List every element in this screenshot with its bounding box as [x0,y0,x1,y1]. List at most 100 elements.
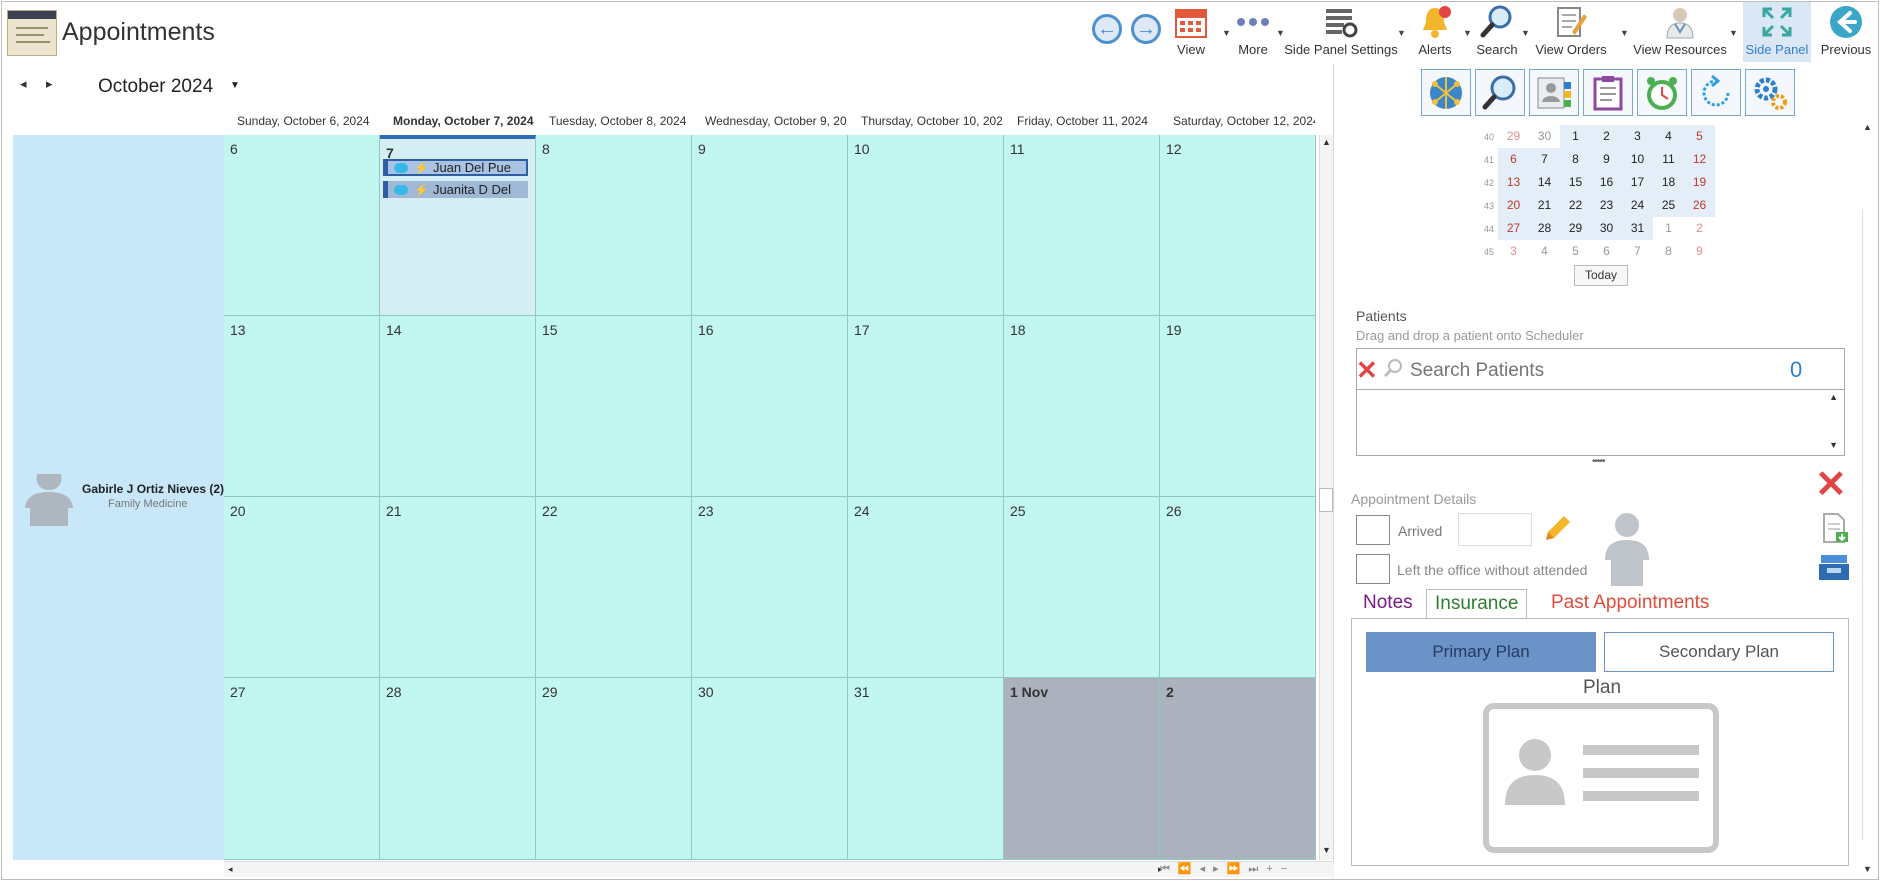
search-dropdown-caret[interactable]: ▼ [1521,28,1530,38]
tab-past-appointments[interactable]: Past Appointments [1551,592,1709,614]
side-panel-settings-caret[interactable]: ▼ [1397,28,1406,38]
alerts-dropdown-caret[interactable]: ▼ [1463,28,1472,38]
day-cell[interactable]: 6 [224,135,380,316]
day-cell[interactable]: 18 [1004,316,1160,497]
more-button[interactable]: More [1233,2,1273,62]
mini-calendar-day[interactable]: 26 [1684,194,1715,217]
search-patients-input[interactable] [1410,360,1780,382]
mini-calendar-day[interactable]: 4 [1653,125,1684,148]
mini-calendar-day[interactable]: 20 [1498,194,1529,217]
month-label[interactable]: October 2024 [98,76,213,98]
prev-month-button[interactable]: ◂ [20,76,46,92]
day-cell[interactable]: 17 [848,316,1004,497]
secondary-plan-button[interactable]: Secondary Plan [1604,632,1834,672]
day-cell[interactable]: 14 [380,316,536,497]
view-orders-button[interactable]: View Orders [1535,2,1607,62]
mini-calendar-day[interactable]: 25 [1653,194,1684,217]
mini-calendar-day[interactable]: 30 [1529,125,1560,148]
mini-calendar-day[interactable]: 8 [1653,240,1684,263]
month-dropdown-caret[interactable]: ▼ [230,80,240,91]
day-cell[interactable]: 27 [224,678,380,860]
mini-calendar-day[interactable]: 2 [1591,125,1622,148]
tab-insurance[interactable]: Insurance [1426,589,1528,619]
mini-calendar-day[interactable]: 3 [1622,125,1653,148]
side-panel-button[interactable]: Side Panel [1743,2,1811,62]
archive-tray-icon[interactable] [1817,552,1851,587]
mini-calendar-day[interactable]: 12 [1684,148,1715,171]
calendar-scroll-thumb[interactable] [1319,488,1333,512]
date-navigation-controls[interactable]: ⏮⏪◂▸⏩⏭+− [1160,862,1295,876]
day-cell[interactable]: 25 [1004,497,1160,678]
mini-calendar-day[interactable]: 7 [1529,148,1560,171]
mini-calendar-day[interactable]: 28 [1529,217,1560,240]
appointment-item[interactable]: ⚡ Juanita D Del [383,181,528,198]
tab-notes[interactable]: Notes [1363,592,1413,614]
day-cell[interactable]: 16 [692,316,848,497]
mini-calendar-day[interactable]: 10 [1622,148,1653,171]
mini-calendar-day[interactable]: 29 [1498,125,1529,148]
day-cell[interactable]: 11 [1004,135,1160,316]
mini-calendar-day[interactable]: 29 [1560,217,1591,240]
pencil-edit-icon[interactable] [1542,512,1574,549]
mini-calendar-day[interactable]: 11 [1653,148,1684,171]
day-cell[interactable]: 10 [848,135,1004,316]
mini-calendar-day[interactable]: 16 [1591,171,1622,194]
mini-calendar-day[interactable]: 6 [1498,148,1529,171]
day-cell[interactable]: 1 Nov [1004,678,1160,860]
arrived-time-field[interactable] [1458,513,1532,546]
settings-button[interactable] [1745,69,1795,116]
view-dropdown-caret[interactable]: ▼ [1222,28,1231,38]
mini-calendar-day[interactable]: 5 [1684,125,1715,148]
mini-calendar-day[interactable]: 15 [1560,171,1591,194]
mini-calendar-day[interactable]: 3 [1498,240,1529,263]
mini-calendar-day[interactable]: 4 [1529,240,1560,263]
day-cell[interactable]: 13 [224,316,380,497]
view-resources-caret[interactable]: ▼ [1729,28,1738,38]
day-cell[interactable]: 15 [536,316,692,497]
reminder-button[interactable] [1637,69,1687,116]
day-cell[interactable]: 19 [1160,316,1316,497]
mini-calendar-day[interactable]: 9 [1684,240,1715,263]
mini-calendar-day[interactable]: 30 [1591,217,1622,240]
day-cell[interactable]: 12 [1160,135,1316,316]
patient-card-button[interactable] [1529,69,1579,116]
previous-button[interactable]: Previous [1818,2,1874,62]
more-dropdown-caret[interactable]: ▼ [1276,28,1285,38]
mini-calendar-day[interactable]: 13 [1498,171,1529,194]
mini-calendar-day[interactable]: 27 [1498,217,1529,240]
mini-calendar-day[interactable]: 24 [1622,194,1653,217]
today-button[interactable]: Today [1574,265,1628,286]
search-button[interactable]: Search [1475,2,1519,62]
day-cell[interactable]: 31 [848,678,1004,860]
mini-calendar-day[interactable]: 5 [1560,240,1591,263]
day-cell[interactable]: 21 [380,497,536,678]
mini-calendar-day[interactable]: 18 [1653,171,1684,194]
mini-calendar-day[interactable]: 9 [1591,148,1622,171]
day-cell[interactable]: 24 [848,497,1004,678]
mini-calendar-day[interactable]: 22 [1560,194,1591,217]
mini-calendar-day[interactable]: 23 [1591,194,1622,217]
day-cell[interactable]: 22 [536,497,692,678]
side-panel-scroll-thumb[interactable] [1862,210,1874,840]
view-button[interactable]: View [1171,2,1211,62]
day-cell[interactable]: 9 [692,135,848,316]
view-orders-caret[interactable]: ▼ [1620,28,1629,38]
appointment-item[interactable]: ⚡ Juan Del Pue [383,159,528,176]
delete-appointment-icon[interactable]: ✕ [1815,466,1847,504]
arrived-checkbox[interactable] [1356,515,1390,545]
forward-arrow-button[interactable]: → [1131,14,1161,44]
patients-list[interactable]: ▲ ▼ [1356,390,1845,456]
mini-calendar-day[interactable]: 1 [1560,125,1591,148]
mini-calendar-day[interactable]: 6 [1591,240,1622,263]
notes-panel-button[interactable] [1583,69,1633,116]
view-resources-button[interactable]: View Resources [1633,2,1727,62]
next-month-button[interactable]: ▸ [46,76,53,91]
mini-calendar-day[interactable]: 8 [1560,148,1591,171]
document-download-icon[interactable] [1820,512,1850,549]
primary-plan-button[interactable]: Primary Plan [1366,632,1596,672]
left-office-checkbox[interactable] [1356,554,1390,584]
mini-calendar-day[interactable]: 19 [1684,171,1715,194]
day-cell[interactable]: 28 [380,678,536,860]
refresh-button[interactable] [1691,69,1741,116]
network-button[interactable] [1421,69,1471,116]
